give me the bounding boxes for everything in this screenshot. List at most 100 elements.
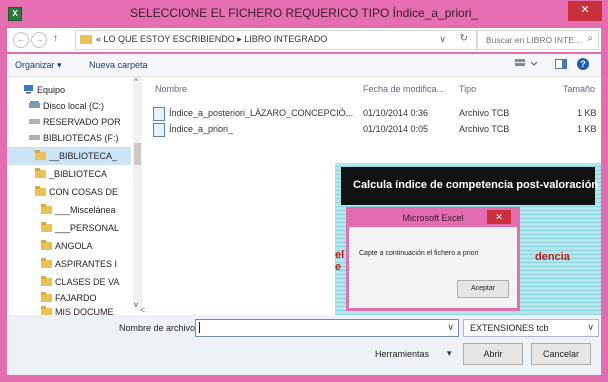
sidebar-item-label: _BIBLIOTECA: [49, 169, 108, 179]
computer-icon: [23, 84, 34, 94]
excel-dialog-titlebar: Microsoft Excel ✕: [349, 210, 517, 227]
file-size: 1 KB: [577, 124, 597, 134]
column-size[interactable]: Tamaño: [563, 84, 595, 94]
organize-menu[interactable]: Organizar ▾: [15, 60, 62, 71]
sidebar-item[interactable]: BIBLIOTECAS (F:): [7, 129, 131, 147]
banner-text: Calcula índice de competencia post-valor…: [353, 179, 599, 191]
file-size: 1 KB: [577, 108, 597, 118]
address-path: « LO QUE ESTOY ESCRIBIENDO ▸ LIBRO INTEG…: [96, 34, 328, 44]
tools-menu[interactable]: Herramientas: [375, 349, 429, 359]
column-type[interactable]: Tipo: [459, 84, 476, 94]
view-options-icon[interactable]: [515, 59, 538, 69]
folder-icon: [41, 204, 52, 214]
sidebar-item-label: RESERVADO POR: [43, 117, 121, 127]
back-button[interactable]: ←: [13, 32, 29, 48]
red-text-left: el e: [335, 249, 344, 273]
scroll-left-icon[interactable]: <: [140, 305, 152, 315]
sidebar-item-label: __BIBLIOTECA_: [49, 151, 118, 161]
chevron-down-icon[interactable]: ∨: [439, 34, 446, 45]
new-folder-button[interactable]: Nueva carpeta: [89, 60, 148, 70]
file-row[interactable]: Índice_a_priori_ 01/10/2014 0:05 Archivo…: [149, 121, 599, 137]
drive-icon: [29, 132, 40, 142]
sidebar-item-label: BIBLIOTECAS (F:): [43, 133, 119, 143]
dialog-footer: Nombre de archivo: ∨ EXTENSIONES tcb ∨ H…: [7, 315, 601, 375]
sidebar-item-label: CON COSAS DE: [49, 187, 119, 197]
file-type-filter[interactable]: EXTENSIONES tcb ∨: [463, 319, 599, 337]
column-date[interactable]: Fecha de modifica...: [363, 84, 444, 94]
file-type: Archivo TCB: [459, 124, 510, 134]
navigation-bar: ← → ↑ « LO QUE ESTOY ESCRIBIENDO ▸ LIBRO…: [7, 28, 601, 52]
red-text-right: dencia: [535, 251, 570, 263]
forward-button[interactable]: →: [31, 32, 47, 48]
scrollbar-thumb[interactable]: [134, 143, 141, 165]
folder-icon: [41, 222, 52, 232]
sidebar-item-label: FAJARDO: [55, 293, 97, 303]
folder-icon: [35, 168, 46, 178]
cancel-button[interactable]: Cancelar: [531, 343, 591, 365]
column-name[interactable]: Nombre: [155, 84, 187, 94]
excel-close-button[interactable]: ✕: [487, 210, 511, 224]
tools-dropdown-icon[interactable]: ▾: [447, 348, 452, 359]
file-icon: [153, 107, 165, 121]
title-bar: X SELECCIONE EL FICHERO REQUERICO TIPO Í…: [0, 0, 608, 26]
window-title: SELECCIONE EL FICHERO REQUERICO TIPO Índ…: [129, 6, 479, 20]
chevron-down-icon[interactable]: ∨: [447, 322, 454, 333]
up-button[interactable]: ↑: [53, 33, 58, 44]
sidebar-item[interactable]: CON COSAS DE: [7, 183, 131, 201]
file-date: 01/10/2014 0:05: [363, 124, 429, 134]
banner-bar: Calcula índice de competencia post-valor…: [341, 167, 599, 205]
sidebar-item[interactable]: ___PERSONAL: [7, 219, 131, 237]
file-dialog-window: X SELECCIONE EL FICHERO REQUERICO TIPO Í…: [0, 0, 608, 382]
scroll-up-icon[interactable]: ^: [134, 77, 138, 86]
scroll-down-icon[interactable]: v: [134, 300, 138, 309]
search-icon[interactable]: ⌕: [587, 33, 593, 44]
sidebar-item-label: Disco local (C:): [43, 101, 105, 111]
sidebar-item-label: ASPIRANTES I: [55, 259, 118, 269]
sidebar-scrollbar[interactable]: ^ v: [133, 77, 142, 309]
filename-label: Nombre de archivo:: [119, 323, 198, 333]
sidebar-item-label: Equipo: [37, 85, 66, 95]
text-cursor: [199, 322, 200, 333]
column-headers: Nombre Fecha de modifica... Tipo Tamaño: [149, 82, 601, 98]
file-row[interactable]: Índice_a_posteriori_LÁZARO_CONCEPCIÓ... …: [149, 105, 599, 121]
file-date: 01/10/2014 0:36: [363, 108, 429, 118]
folder-icon: [80, 35, 92, 44]
sidebar-item[interactable]: _BIBLIOTECA: [7, 165, 131, 183]
folder-icon: [41, 276, 52, 286]
excel-message-dialog: Microsoft Excel ✕ Capte a continuación e…: [346, 207, 520, 311]
close-button[interactable]: ✕: [568, 1, 602, 21]
filename-input[interactable]: ∨: [195, 319, 459, 337]
command-toolbar: Organizar ▾ Nueva carpeta ?: [7, 54, 601, 77]
file-icon: [153, 123, 165, 137]
preview-pane-icon[interactable]: [555, 59, 567, 69]
address-bar[interactable]: « LO QUE ESTOY ESCRIBIENDO ▸ LIBRO INTEG…: [75, 30, 477, 50]
sidebar-item[interactable]: ASPIRANTES I: [7, 255, 131, 273]
file-name: Índice_a_priori_: [169, 124, 234, 134]
sidebar-item-label: ___Miscelánea: [55, 205, 116, 215]
chevron-down-icon[interactable]: ∨: [587, 322, 594, 333]
folder-icon: [41, 258, 52, 268]
sidebar-item[interactable]: __BIBLIOTECA_: [7, 147, 131, 165]
refresh-icon[interactable]: ↻: [460, 33, 468, 44]
drive-icon: [29, 116, 40, 126]
file-type: Archivo TCB: [459, 108, 510, 118]
sidebar-item[interactable]: ANGOLA: [7, 237, 131, 255]
red-text-left-line2: e: [335, 261, 342, 273]
search-box[interactable]: Buscar en LIBRO INTE... ⌕: [477, 30, 599, 50]
folder-icon: [41, 292, 52, 302]
folder-icon: [35, 150, 46, 160]
accept-button[interactable]: Aceptar: [457, 280, 509, 298]
red-text-left-line1: el: [335, 249, 345, 261]
file-type-filter-value: EXTENSIONES tcb: [470, 323, 549, 333]
sidebar-item-label: ANGOLA: [55, 241, 93, 251]
excel-dialog-message: Capte a continuación el fichero a priori: [359, 250, 479, 257]
sidebar-item[interactable]: ___Miscelánea: [7, 201, 131, 219]
search-placeholder: Buscar en LIBRO INTE...: [486, 35, 581, 45]
help-icon[interactable]: ?: [577, 58, 589, 70]
folder-icon: [35, 186, 46, 196]
folder-icon: [41, 240, 52, 250]
open-button[interactable]: Abrir: [463, 343, 523, 365]
drive-icon: [29, 100, 40, 110]
sidebar-item-label: ___PERSONAL: [55, 223, 120, 233]
navigation-pane: Equipo Disco local (C:) RESERVADO POR BI…: [7, 77, 138, 317]
